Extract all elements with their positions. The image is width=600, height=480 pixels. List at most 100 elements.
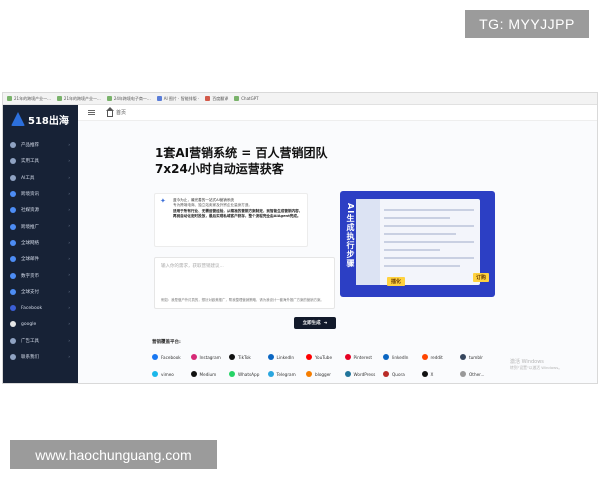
channel-chip[interactable]: LinkedIn bbox=[267, 354, 307, 360]
menu-toggle-icon[interactable] bbox=[88, 110, 95, 115]
channel-chip[interactable]: reddit bbox=[421, 354, 461, 360]
sidebar-item[interactable]: 跨境资讯 › bbox=[3, 186, 78, 202]
generate-button[interactable]: 立即生成 ➜ bbox=[294, 317, 336, 329]
bookmark-icon bbox=[106, 96, 112, 101]
bookmark-item[interactable]: 24年跨境电子商一... bbox=[106, 96, 151, 102]
channel-chip[interactable]: linkedIn bbox=[383, 354, 422, 360]
promo-tag-secondary: 订购 bbox=[472, 273, 489, 282]
bookmark-item[interactable]: 百度翻译 bbox=[205, 96, 228, 102]
channel-logo-icon bbox=[306, 354, 312, 360]
channel-chip[interactable]: Facebook bbox=[152, 354, 191, 360]
sidebar-item[interactable]: 广告工具 › bbox=[3, 333, 78, 349]
chevron-right-icon: › bbox=[68, 321, 70, 327]
channel-label: Quora bbox=[392, 371, 405, 377]
channel-chip[interactable]: Pinterest bbox=[344, 354, 384, 360]
bookmark-item[interactable]: AI 图片 · 智能排版 · bbox=[156, 96, 199, 102]
sidebar-item[interactable]: google › bbox=[3, 316, 78, 332]
channel-chip[interactable]: blogger bbox=[306, 371, 345, 377]
prompt-hint: 例如：我是做户外灯具的，想针对欧美推广，帮我整理营销策略，请为我设计一套海外推广… bbox=[161, 298, 324, 303]
sidebar-item[interactable]: 数字货币 › bbox=[3, 267, 78, 283]
sidebar-item-label: 广告工具 bbox=[21, 338, 39, 344]
sidebar-item-label: AI工具 bbox=[21, 175, 35, 181]
channel-chip[interactable]: Other... bbox=[460, 371, 499, 377]
channel-chip[interactable]: WordPress bbox=[344, 371, 384, 377]
channel-label: Other... bbox=[469, 371, 485, 377]
sidebar-item-label: 产品推荐 bbox=[21, 143, 39, 149]
sidebar-item[interactable]: 联系我们 › bbox=[3, 349, 78, 365]
channel-label: YouTube bbox=[315, 354, 333, 360]
sidebar-item-label: 跨境推广 bbox=[21, 224, 39, 230]
payment-icon bbox=[10, 288, 16, 295]
contact-icon bbox=[10, 354, 16, 360]
chevron-right-icon: › bbox=[68, 207, 70, 213]
top-bar: 首页 bbox=[78, 105, 597, 121]
bookmark-item[interactable]: 21年的跨境产业一... bbox=[56, 96, 101, 102]
chevron-right-icon: › bbox=[68, 239, 70, 245]
mail-icon bbox=[10, 256, 16, 263]
sidebar-item[interactable]: AI工具 › bbox=[3, 170, 78, 186]
main-content: 1套AI营销系统 = 百人营销团队 7x24小时自动运营获客 ✦ 蓝今为止，最完… bbox=[78, 121, 597, 383]
channel-logo-icon bbox=[344, 354, 351, 360]
sidebar-item-label: 跨境资讯 bbox=[21, 192, 39, 198]
sparkle-icon: ✦ bbox=[160, 197, 166, 205]
sidebar-item-label: Facebook bbox=[21, 305, 43, 311]
bookmark-item[interactable]: ChatGPT bbox=[234, 96, 259, 101]
ad-icon bbox=[10, 337, 16, 344]
channel-chip[interactable]: TikTok bbox=[229, 354, 268, 360]
channel-logo-icon bbox=[229, 371, 235, 377]
sidebar-item[interactable]: 全球网络 › bbox=[3, 235, 78, 251]
sidebar-item[interactable]: 全球支付 › bbox=[3, 284, 78, 300]
channel-chip[interactable]: X bbox=[421, 371, 461, 377]
page-root: TG: MYYJJPP 21年的跨境产业一... 21年的跨境产业一... 24… bbox=[0, 0, 600, 480]
sidebar-item[interactable]: 全球邮件 › bbox=[3, 251, 78, 267]
channel-label: WhatsApp bbox=[238, 371, 260, 377]
channel-chip[interactable]: Telegram bbox=[267, 371, 307, 377]
channel-chip[interactable]: Quora bbox=[383, 371, 422, 377]
breadcrumb-home[interactable]: 首页 bbox=[106, 106, 126, 117]
sidebar-item[interactable]: 产品推荐 › bbox=[3, 137, 78, 153]
channel-chip[interactable]: vimeo bbox=[152, 371, 191, 377]
brand-logo[interactable]: 518出海 bbox=[3, 105, 78, 133]
chevron-right-icon: › bbox=[68, 174, 70, 180]
prompt-box: 例如：我是做户外灯具的，想针对欧美推广，帮我整理营销策略，请为我设计一套海外推广… bbox=[154, 257, 335, 309]
channels-row: Facebook Instagram TikTok LinkedIn YouTube Pi… bbox=[152, 354, 499, 360]
windows-activation-watermark: 激活 Windows 转到"设置"以激活 Windows。 bbox=[510, 359, 563, 370]
promo-screen-line bbox=[384, 217, 450, 219]
telegram-watermark: TG: MYYJJPP bbox=[465, 10, 589, 38]
sidebar: 518出海 产品推荐 › 实用工具 › AI工具 › 跨境资讯 › 社媒资源 › 跨境推广 › 全球网络… bbox=[3, 105, 78, 383]
promo-screen-line bbox=[384, 241, 474, 243]
prompt-input[interactable] bbox=[155, 258, 334, 290]
sidebar-item[interactable]: 跨境推广 › bbox=[3, 218, 78, 234]
channel-chip[interactable]: YouTube bbox=[306, 354, 345, 360]
channel-chip[interactable]: tumblr bbox=[460, 354, 499, 360]
facebook-icon bbox=[10, 305, 16, 312]
coin-icon bbox=[10, 272, 16, 279]
channel-label: LinkedIn bbox=[276, 354, 295, 360]
promo-screenshot bbox=[356, 199, 480, 285]
social-icon bbox=[10, 207, 16, 214]
channel-logo-icon bbox=[460, 354, 466, 360]
sidebar-item[interactable]: 社媒资源 › bbox=[3, 202, 78, 218]
chevron-right-icon: › bbox=[68, 353, 70, 359]
channel-logo-icon bbox=[383, 371, 389, 377]
chevron-right-icon: › bbox=[68, 223, 70, 229]
channel-logo-icon bbox=[383, 354, 389, 360]
channel-chip[interactable]: Instagram bbox=[190, 354, 230, 360]
channel-logo-icon bbox=[421, 354, 428, 360]
channel-label: Medium bbox=[199, 371, 217, 377]
bookmark-item[interactable]: 21年的跨境产业一... bbox=[7, 96, 51, 102]
sidebar-item[interactable]: Facebook › bbox=[3, 300, 78, 316]
channel-label: Telegram bbox=[276, 371, 296, 377]
channel-chip[interactable]: WhatsApp bbox=[229, 371, 268, 377]
promo-banner: AI生成执行步骤 插化 订购 bbox=[340, 191, 495, 297]
channel-logo-icon bbox=[267, 354, 274, 360]
channel-logo-icon bbox=[306, 371, 312, 377]
google-icon bbox=[10, 321, 16, 328]
channel-chip[interactable]: Medium bbox=[190, 371, 230, 377]
channel-label: X bbox=[430, 371, 434, 377]
megaphone-icon bbox=[10, 223, 16, 230]
tools-icon bbox=[10, 158, 16, 165]
sidebar-item[interactable]: 实用工具 › bbox=[3, 153, 78, 169]
channel-logo-icon bbox=[190, 354, 197, 360]
chevron-right-icon: › bbox=[68, 256, 70, 262]
